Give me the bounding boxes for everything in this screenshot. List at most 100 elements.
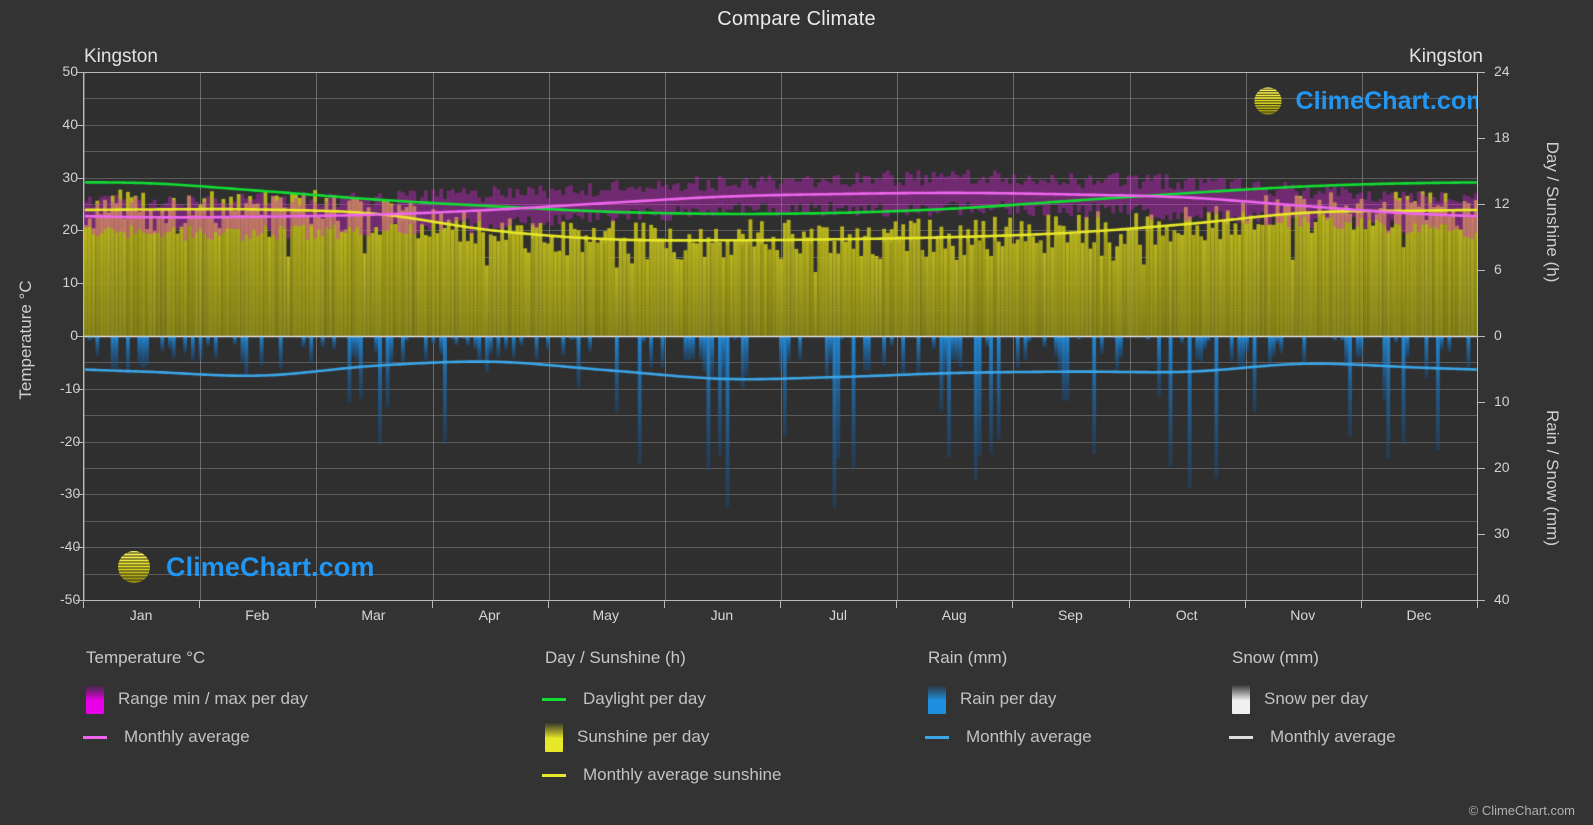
axis-tick-mark bbox=[83, 601, 84, 608]
legend-item[interactable]: Monthly average bbox=[1229, 718, 1396, 756]
axis-tick-label: 10 bbox=[62, 274, 78, 291]
month-label: Aug bbox=[941, 607, 967, 623]
month-label: Feb bbox=[245, 607, 270, 623]
axis-tick-mark bbox=[431, 601, 433, 608]
axis-tick-mark bbox=[1478, 138, 1485, 139]
month-label: Dec bbox=[1406, 607, 1432, 623]
axis-tick-mark bbox=[1478, 270, 1485, 271]
axis-tick-mark bbox=[663, 601, 665, 608]
legend-heading: Snow (mm) bbox=[1232, 648, 1319, 667]
legend-item[interactable]: Monthly average bbox=[83, 718, 308, 756]
legend-item-label: Snow per day bbox=[1264, 689, 1368, 708]
axis-tick-mark bbox=[1244, 601, 1246, 608]
legend-group-day-sunshine: Day / Sunshine (h) Daylight per day Sunshi… bbox=[542, 648, 782, 794]
axis-tick-mark bbox=[199, 601, 201, 608]
legend-item-label: Monthly average bbox=[1270, 727, 1396, 746]
axis-tick-mark bbox=[1478, 600, 1485, 601]
axis-tick-mark bbox=[547, 601, 549, 608]
legend-item[interactable]: Rain per day bbox=[928, 680, 1092, 718]
copyright-notice: © ClimeChart.com bbox=[1468, 803, 1575, 818]
axis-tick-label: 20 bbox=[62, 221, 78, 238]
legend-item-label: Monthly average bbox=[966, 727, 1092, 746]
legend-group-rain: Rain (mm) Rain per day Monthly average bbox=[925, 648, 1092, 756]
axis-tick-mark bbox=[76, 72, 83, 73]
plot-top-border bbox=[83, 72, 1478, 73]
axis-tick-mark bbox=[1478, 72, 1485, 73]
month-label: Jun bbox=[710, 607, 734, 623]
axis-tick-mark bbox=[76, 177, 83, 179]
month-label: Mar bbox=[361, 607, 386, 623]
axis-tick-label: 10 bbox=[1494, 393, 1510, 409]
month-label: Nov bbox=[1290, 607, 1316, 623]
climechart-logo-top: ClimeChart.com bbox=[1234, 84, 1478, 118]
month-label: May bbox=[592, 607, 619, 623]
axis-tick-mark bbox=[1360, 601, 1362, 608]
month-label: Apr bbox=[478, 607, 501, 623]
climate-data-canvas bbox=[84, 72, 1478, 600]
axis-tick-label: -10 bbox=[60, 379, 81, 396]
axis-tick-mark bbox=[1478, 402, 1485, 403]
axis-tick-mark bbox=[780, 601, 781, 608]
axis-tick-label: 6 bbox=[1494, 261, 1502, 277]
axis-tick-label: 24 bbox=[1494, 63, 1510, 79]
axis-tick-label: 50 bbox=[62, 63, 78, 79]
legend-item[interactable]: Sunshine per day bbox=[545, 718, 781, 756]
climechart-logo-bottom: ClimeChart.com bbox=[94, 547, 374, 587]
axis-title-day-sunshine: Day / Sunshine (h) bbox=[1543, 141, 1562, 283]
axis-tick-mark bbox=[76, 230, 83, 232]
axis-tick-mark bbox=[76, 283, 83, 285]
legend-item-label: Rain per day bbox=[960, 689, 1057, 708]
legend-heading: Temperature °C bbox=[86, 648, 206, 667]
axis-tick-label: 30 bbox=[1494, 525, 1510, 541]
legend-swatch-line bbox=[1229, 735, 1253, 739]
climechart-logo-text: ClimeChart.com bbox=[1295, 86, 1479, 115]
climechart-logo-icon bbox=[94, 547, 164, 587]
axis-tick-mark bbox=[896, 601, 898, 608]
axis-tick-label: -30 bbox=[60, 485, 81, 502]
legend-swatch-line bbox=[925, 735, 949, 739]
axis-title-temperature: Temperature °C bbox=[16, 280, 35, 400]
climate-plot-area[interactable]: ClimeChart.com ClimeChart.com bbox=[83, 72, 1478, 601]
legend-item-label: Sunshine per day bbox=[577, 727, 710, 746]
axis-tick-label: -20 bbox=[60, 432, 81, 449]
legend-swatch-box bbox=[928, 684, 946, 714]
axis-tick-mark bbox=[1012, 601, 1014, 608]
month-label: Oct bbox=[1175, 607, 1198, 623]
legend-item[interactable]: Snow per day bbox=[1232, 680, 1396, 718]
axis-tick-mark bbox=[1478, 204, 1485, 205]
legend-item[interactable]: Range min / max per day bbox=[86, 680, 308, 718]
axis-tick-mark bbox=[76, 388, 83, 390]
axis-tick-label: 40 bbox=[1494, 591, 1510, 607]
legend-item[interactable]: Daylight per day bbox=[542, 680, 781, 718]
axis-tick-label: 18 bbox=[1494, 129, 1510, 145]
axis-tick-label: 0 bbox=[70, 327, 78, 343]
axis-tick-label: 30 bbox=[62, 168, 78, 185]
legend-item[interactable]: Monthly average bbox=[925, 718, 1092, 756]
axis-tick-mark bbox=[76, 124, 83, 126]
legend-swatch-line bbox=[83, 735, 107, 739]
axis-tick-mark bbox=[76, 547, 83, 549]
page-title: Compare Climate bbox=[717, 8, 876, 30]
axis-tick-mark bbox=[76, 441, 83, 443]
legend-item-label: Monthly average sunshine bbox=[583, 765, 782, 784]
station-label-right: Kingston bbox=[1409, 46, 1483, 67]
axis-tick-mark bbox=[315, 601, 317, 608]
axis-tick-mark bbox=[76, 600, 83, 601]
legend-swatch-box bbox=[1232, 684, 1250, 714]
legend-heading: Day / Sunshine (h) bbox=[545, 648, 686, 667]
legend-item[interactable]: Monthly average sunshine bbox=[542, 756, 782, 794]
axis-tick-mark bbox=[1478, 336, 1485, 337]
month-label: Jul bbox=[829, 607, 848, 623]
axis-tick-mark bbox=[1128, 601, 1130, 608]
axis-tick-mark bbox=[1478, 534, 1485, 535]
axis-tick-mark bbox=[76, 494, 83, 496]
chart-legend: Temperature °C Range min / max per day Mon… bbox=[0, 648, 1593, 823]
legend-swatch-line bbox=[542, 773, 566, 777]
axis-title-rain-snow: Rain / Snow (mm) bbox=[1543, 409, 1562, 547]
climechart-logo-icon bbox=[1234, 84, 1294, 118]
month-label: Sep bbox=[1057, 607, 1083, 623]
legend-item-label: Range min / max per day bbox=[118, 689, 308, 708]
axis-tick-label: -50 bbox=[60, 591, 81, 607]
axis-tick-label: 20 bbox=[1494, 459, 1510, 475]
climechart-logo-text: ClimeChart.com bbox=[166, 551, 375, 582]
